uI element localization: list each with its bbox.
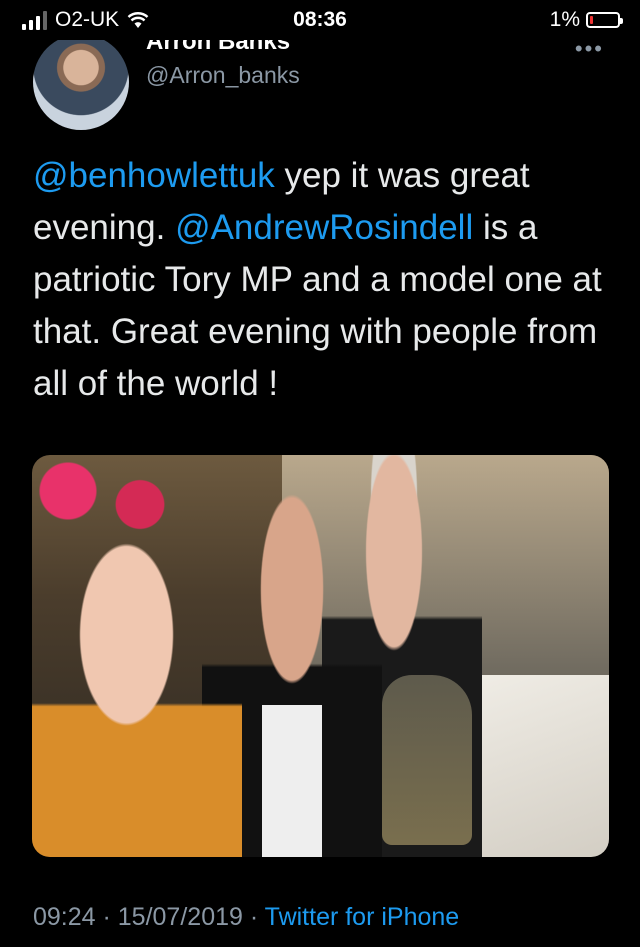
clock: 08:36 [293, 8, 347, 31]
tweet-text: @benhowlettuk yep it was great evening. … [33, 150, 623, 410]
status-bar: O2-UK 08:36 1% [0, 0, 640, 40]
battery-fill [590, 16, 593, 24]
battery-percent: 1% [549, 8, 580, 31]
avatar[interactable] [33, 34, 129, 130]
photo-flowers [32, 455, 212, 545]
photo-glass-jug [382, 675, 472, 845]
photo-shirt [262, 705, 322, 857]
tweet-header: Arron Banks @Arron_banks ••• [0, 28, 640, 130]
mention-link[interactable]: @AndrewRosindell [175, 208, 473, 247]
battery-icon [586, 12, 623, 28]
tweet-photo[interactable] [32, 455, 609, 857]
photo-person [32, 515, 242, 857]
tweet-source-link[interactable]: Twitter for iPhone [265, 903, 460, 931]
tweet-timestamp[interactable]: 09:24 · 15/07/2019 · [33, 903, 265, 931]
status-right: 1% [549, 8, 623, 32]
mention-link[interactable]: @benhowlettuk [33, 156, 275, 195]
author-handle[interactable]: @Arron_banks [146, 62, 300, 89]
tweet-meta: 09:24 · 15/07/2019 · Twitter for iPhone [33, 903, 459, 932]
